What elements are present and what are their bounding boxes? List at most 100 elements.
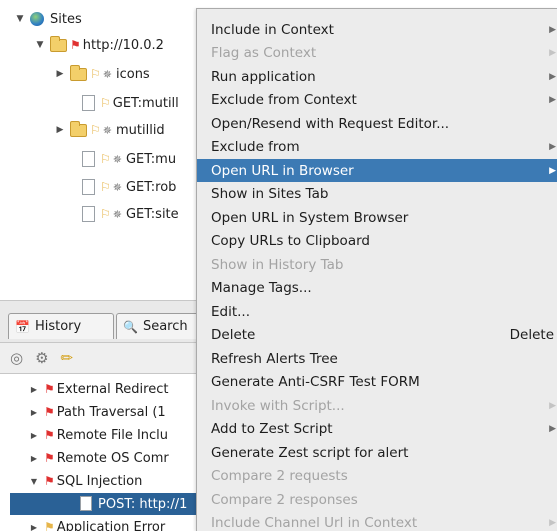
menu-item-label: Exclude from — [211, 139, 300, 156]
alert-node[interactable]: ▶ ⚑ Path Traversal (1 — [28, 401, 166, 423]
submenu-arrow-icon: ▶ — [549, 518, 556, 529]
menu-item-accelerator: Delete — [509, 327, 554, 344]
bottom-tab-bar: 📅 History 🔍 Search — [0, 300, 206, 342]
alert-instance-selected[interactable]: POST: http://1 — [10, 493, 200, 515]
site-node-get[interactable]: ⚐ GET:mutill — [82, 92, 179, 114]
site-node-get[interactable]: ⚐ ✵ GET:rob — [82, 176, 176, 198]
sites-root-node[interactable]: ▼ Sites — [14, 8, 82, 30]
tab-label: History — [34, 319, 82, 334]
submenu-arrow-icon: ▶ — [549, 400, 556, 411]
menu-item-label: Add to Zest Script — [211, 421, 333, 438]
context-menu: Include in Context ▶ Flag as Context ▶ Run a… — [196, 8, 557, 531]
menu-item[interactable]: Open URL in System Browser — [197, 206, 557, 229]
alert-node[interactable]: ▶ ⚑ Remote OS Comr — [28, 447, 169, 469]
empty-flag-icon: ⚐ — [100, 180, 111, 194]
submenu-arrow-icon: ▶ — [549, 165, 556, 176]
menu-item-label: Open URL in System Browser — [211, 209, 409, 226]
folder-icon — [70, 120, 87, 137]
tree-item-label: GET:rob — [125, 179, 177, 195]
menu-item-label: Open URL in Browser — [211, 162, 354, 179]
menu-item[interactable]: Run application ▶ — [197, 65, 557, 88]
site-node-icons[interactable]: ▶ ⚐ ✵ icons — [54, 63, 150, 85]
red-flag-icon: ⚑ — [44, 382, 55, 396]
target-icon[interactable]: ◎ — [10, 349, 23, 367]
menu-item-label: Exclude from Context — [211, 92, 357, 109]
expanded-arrow-icon[interactable]: ▼ — [14, 14, 26, 24]
menu-item[interactable]: Open/Resend with Request Editor... — [197, 112, 557, 135]
menu-item: Include Channel Url in Context ▶ — [197, 512, 557, 531]
menu-item[interactable]: Exclude from ▶ — [197, 136, 557, 159]
alert-label: Path Traversal (1 — [56, 404, 166, 420]
document-icon — [82, 206, 95, 222]
collapsed-arrow-icon[interactable]: ▶ — [28, 385, 40, 394]
menu-item-label: Edit... — [211, 303, 251, 320]
empty-flag-icon: ⚐ — [100, 96, 111, 110]
alert-node[interactable]: ▶ ⚑ Remote File Inclu — [28, 424, 168, 446]
menu-item[interactable]: Include in Context ▶ — [197, 18, 557, 41]
tree-item-label: GET:mutill — [112, 95, 179, 111]
alert-label: External Redirect — [56, 381, 169, 397]
submenu-arrow-icon: ▶ — [549, 142, 556, 153]
submenu-arrow-icon: ▶ — [549, 71, 556, 82]
menu-item[interactable]: Manage Tags... — [197, 277, 557, 300]
menu-item-label: Invoke with Script... — [211, 397, 345, 414]
tree-item-label: icons — [115, 66, 150, 82]
submenu-arrow-icon: ▶ — [549, 48, 556, 59]
menu-item[interactable]: Add to Zest Script ▶ — [197, 418, 557, 441]
magnifier-icon: 🔍 — [123, 319, 138, 334]
menu-item[interactable]: Generate Zest script for alert — [197, 441, 557, 464]
site-node-mutillidae[interactable]: ▶ ⚐ ✵ mutillid — [54, 119, 165, 141]
document-icon — [82, 179, 95, 195]
menu-item-label: Generate Zest script for alert — [211, 444, 409, 461]
collapsed-arrow-icon[interactable]: ▶ — [54, 69, 66, 79]
alert-label: Application Error — [56, 519, 166, 531]
alert-node-sql-injection[interactable]: ▼ ⚑ SQL Injection — [28, 470, 142, 492]
collapsed-arrow-icon[interactable]: ▶ — [54, 125, 66, 135]
tab-history[interactable]: 📅 History — [8, 313, 114, 339]
tree-item-label: GET:mu — [125, 151, 177, 167]
menu-item: Invoke with Script... ▶ — [197, 394, 557, 417]
expanded-arrow-icon[interactable]: ▼ — [28, 477, 40, 486]
site-node-get[interactable]: ⚐ ✵ GET:site — [82, 203, 179, 225]
alerts-tree-panel: ▶ ⚑ External Redirect ▶ ⚑ Path Traversal… — [0, 374, 200, 531]
menu-item[interactable]: Open URL in Browser ▶ — [197, 159, 557, 183]
sites-root-label: Sites — [50, 11, 82, 27]
tab-label: Search — [142, 319, 188, 334]
menu-item-label: Flag as Context — [211, 45, 317, 62]
menu-item-label: Run application — [211, 68, 316, 85]
menu-item-label: Show in History Tab — [211, 256, 344, 273]
collapsed-arrow-icon[interactable]: ▶ — [28, 523, 40, 531]
tree-item-label: mutillid — [115, 122, 165, 138]
document-icon — [82, 151, 95, 167]
gear-icon[interactable]: ⚙ — [35, 349, 48, 367]
menu-item[interactable]: Refresh Alerts Tree — [197, 347, 557, 370]
tree-item-label: GET:site — [125, 206, 179, 222]
red-flag-icon: ⚑ — [44, 405, 55, 419]
alert-node[interactable]: ▶ ⚑ External Redirect — [28, 378, 169, 400]
alert-label: Remote File Inclu — [56, 427, 169, 443]
collapsed-arrow-icon[interactable]: ▶ — [28, 431, 40, 440]
menu-item[interactable]: Generate Anti-CSRF Test FORM — [197, 371, 557, 394]
menu-item[interactable]: Exclude from Context ▶ — [197, 89, 557, 112]
menu-item[interactable]: Copy URLs to Clipboard — [197, 230, 557, 253]
expanded-arrow-icon[interactable]: ▼ — [34, 40, 46, 50]
alert-node[interactable]: ▶ ⚑ Application Error — [28, 516, 165, 531]
submenu-arrow-icon: ▶ — [549, 95, 556, 106]
menu-item-label: Include in Context — [211, 21, 334, 38]
tab-search[interactable]: 🔍 Search — [116, 313, 206, 339]
menu-item[interactable]: Edit... — [197, 300, 557, 323]
menu-item[interactable]: Delete Delete — [197, 324, 557, 347]
menu-item-label: Refresh Alerts Tree — [211, 350, 338, 367]
spider-icon: ✵ — [102, 67, 112, 81]
menu-item-label: Delete — [211, 327, 256, 344]
menu-item[interactable]: Show in Sites Tab — [197, 183, 557, 206]
pencil-icon[interactable]: ✏ — [61, 349, 74, 367]
collapsed-arrow-icon[interactable]: ▶ — [28, 408, 40, 417]
site-node-host[interactable]: ▼ ⚑ http://10.0.2 — [34, 34, 164, 56]
empty-flag-icon: ⚐ — [90, 67, 101, 81]
collapsed-arrow-icon[interactable]: ▶ — [28, 454, 40, 463]
alerts-toolbar: ◎ ⚙ ✏ — [0, 342, 200, 374]
menu-item: Show in History Tab — [197, 253, 557, 276]
site-node-get[interactable]: ⚐ ✵ GET:mu — [82, 148, 176, 170]
empty-flag-icon: ⚐ — [100, 207, 111, 221]
